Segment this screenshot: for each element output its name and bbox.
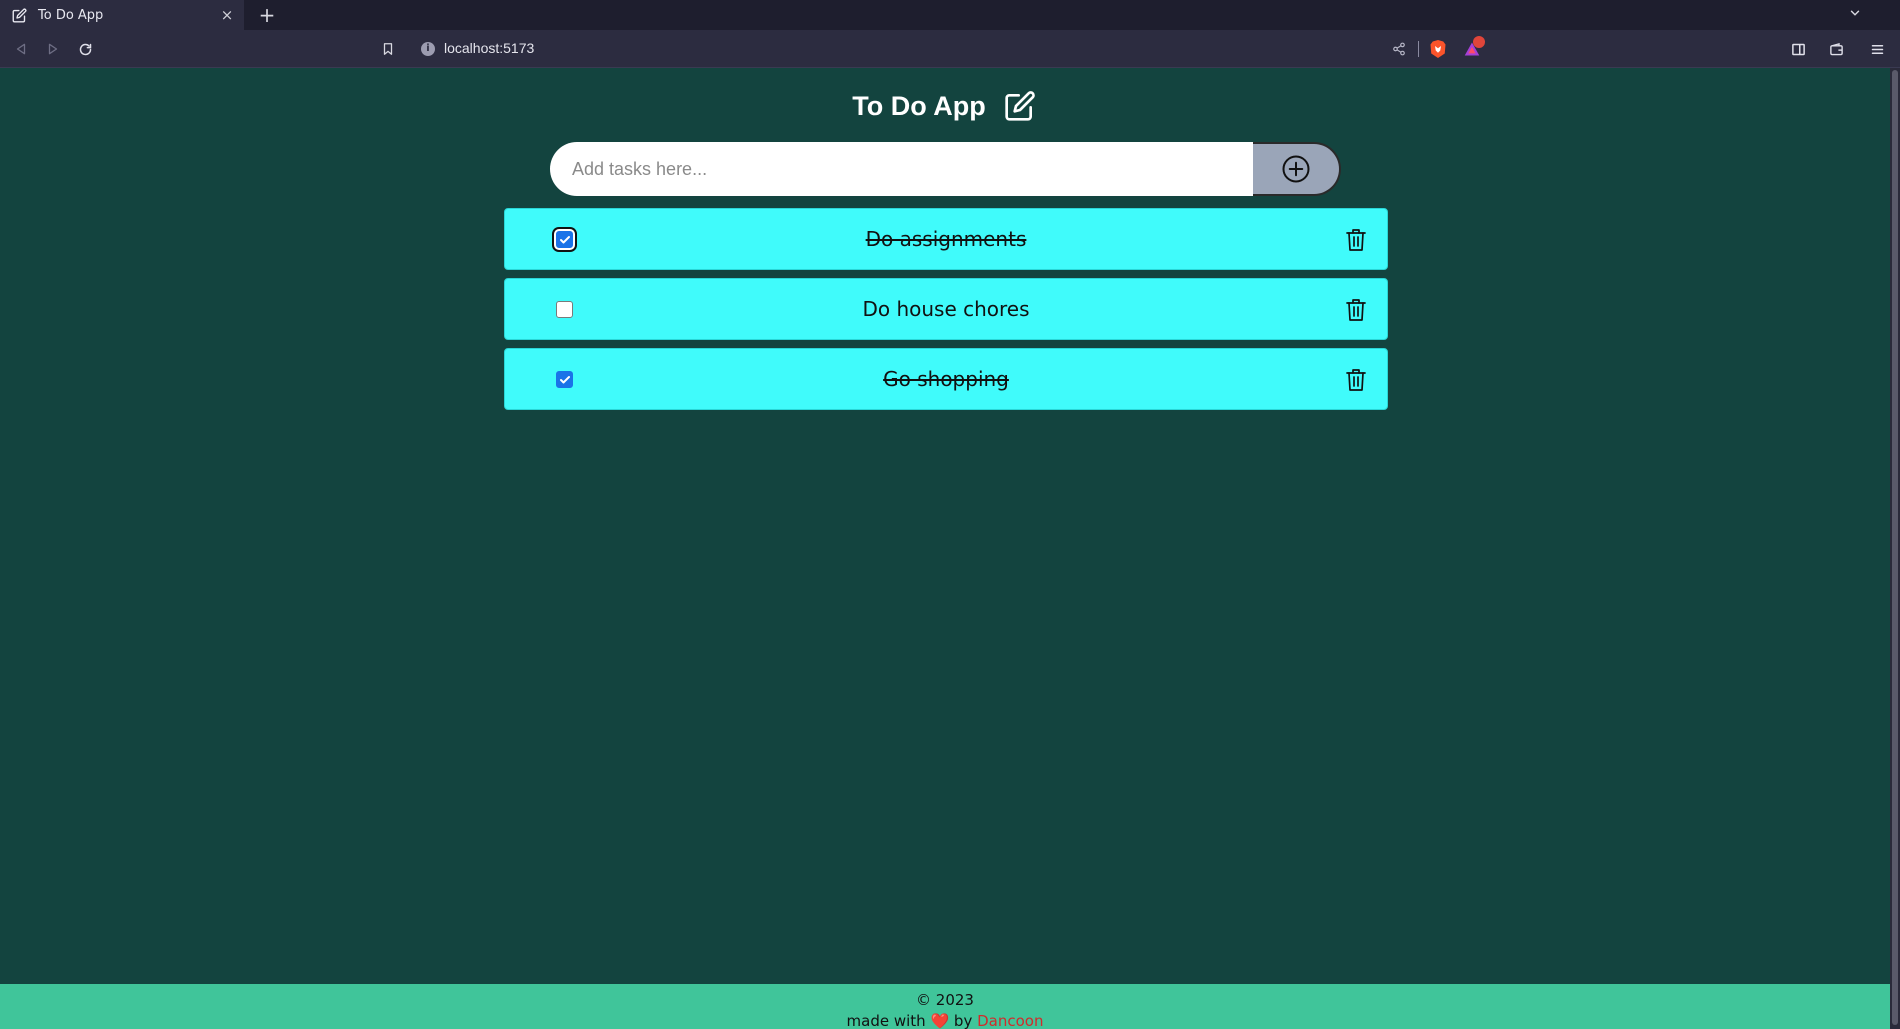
- browser-tab-bar: To Do App × +: [0, 0, 1900, 30]
- task-list: Do assignments Do house chores Go shoppi…: [504, 208, 1388, 418]
- tab-title: To Do App: [38, 7, 104, 23]
- notification-badge: [1473, 36, 1485, 48]
- trash-icon: [1346, 299, 1366, 321]
- forward-icon: [48, 43, 58, 55]
- copyright-text: © 2023: [916, 991, 974, 1009]
- by-text: by: [953, 1012, 973, 1029]
- address-bar[interactable]: localhost:5173: [444, 40, 534, 56]
- heart-icon: ❤️: [930, 1012, 950, 1029]
- plus-circle-icon: [1282, 155, 1310, 183]
- task-label: Do assignments: [865, 227, 1027, 251]
- browser-toolbar: i localhost:5173: [0, 30, 1900, 68]
- tab-list-button[interactable]: [1846, 6, 1864, 24]
- back-button[interactable]: [11, 39, 31, 59]
- chevron-down-icon: [1850, 10, 1860, 16]
- task-row: Go shopping: [504, 348, 1388, 410]
- delete-task-button[interactable]: [1343, 296, 1369, 324]
- app-header: To Do App: [0, 86, 1890, 126]
- trash-icon: [1346, 229, 1366, 251]
- page-scrollbar[interactable]: [1890, 68, 1900, 1029]
- task-label: Go shopping: [883, 367, 1009, 391]
- reload-icon: [79, 43, 91, 55]
- checkmark-icon: [559, 375, 570, 383]
- browser-tab[interactable]: To Do App ×: [0, 0, 244, 30]
- bookmark-icon: [383, 43, 393, 55]
- site-info-icon[interactable]: i: [421, 42, 435, 56]
- new-tab-button[interactable]: +: [256, 4, 278, 26]
- toolbar-separator: [1418, 41, 1419, 57]
- task-row: Do house chores: [504, 278, 1388, 340]
- hamburger-menu-icon: [1871, 44, 1883, 54]
- tab-close-button[interactable]: ×: [218, 6, 236, 24]
- page-title: To Do App: [852, 90, 986, 121]
- forward-button[interactable]: [43, 39, 63, 59]
- task-checkbox[interactable]: [556, 371, 573, 388]
- author-link[interactable]: Dancoon: [977, 1012, 1043, 1029]
- task-checkbox[interactable]: [556, 301, 573, 318]
- back-icon: [16, 43, 26, 55]
- brave-shields-button[interactable]: [1428, 39, 1448, 59]
- credits-line: made with ❤️ by Dancoon: [0, 1011, 1890, 1029]
- add-task-button[interactable]: [1253, 142, 1341, 196]
- sidebar-icon: [1791, 43, 1805, 55]
- trash-icon: [1346, 369, 1366, 391]
- checkmark-icon: [559, 235, 570, 243]
- menu-button[interactable]: [1867, 39, 1887, 59]
- made-with-text: made with: [846, 1012, 926, 1029]
- brave-lion-icon: [1430, 40, 1446, 58]
- delete-task-button[interactable]: [1343, 226, 1369, 254]
- edit-icon: [12, 7, 28, 23]
- task-checkbox[interactable]: [556, 231, 573, 248]
- edit-icon: [1004, 89, 1038, 123]
- wallet-icon: [1829, 42, 1843, 55]
- wallet-button[interactable]: [1826, 39, 1846, 59]
- sidebar-toggle-button[interactable]: [1788, 39, 1808, 59]
- share-icon: [1393, 42, 1405, 56]
- task-label: Do house chores: [862, 297, 1030, 321]
- bookmark-button[interactable]: [378, 39, 398, 59]
- scrollbar-thumb[interactable]: [1892, 70, 1898, 1025]
- share-button[interactable]: [1389, 39, 1409, 59]
- add-task-form: [550, 142, 1341, 196]
- reload-button[interactable]: [75, 39, 95, 59]
- delete-task-button[interactable]: [1343, 366, 1369, 394]
- task-input[interactable]: [550, 142, 1260, 196]
- task-row: Do assignments: [504, 208, 1388, 270]
- footer: © 2023 made with ❤️ by Dancoon: [0, 984, 1890, 1029]
